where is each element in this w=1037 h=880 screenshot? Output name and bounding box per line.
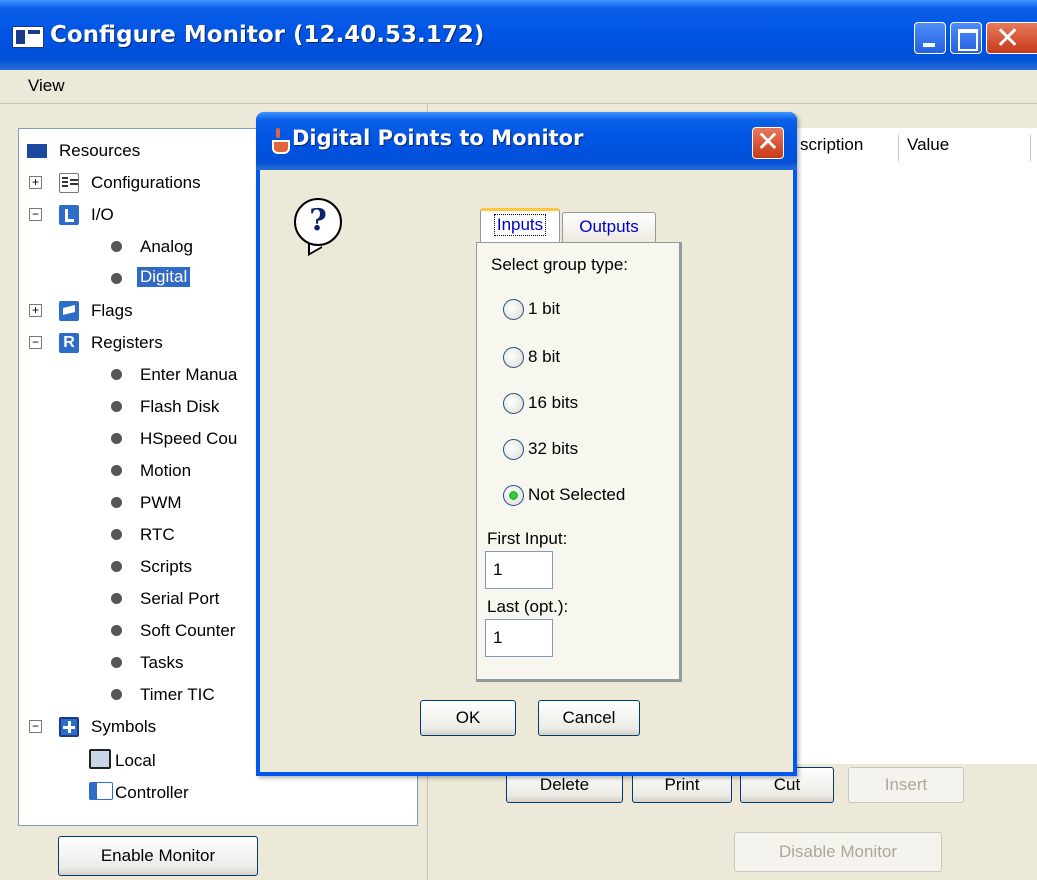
tree-label: Flags: [91, 301, 133, 320]
menu-bar: View: [0, 70, 1037, 104]
radio-checked-icon[interactable]: [503, 485, 524, 507]
radio-icon[interactable]: [503, 393, 524, 415]
tree-label: I/O: [91, 205, 114, 224]
radio-32-bits[interactable]: 32 bits: [503, 439, 579, 461]
tree-label: RTC: [140, 525, 175, 544]
tab-label: Outputs: [579, 217, 639, 236]
collapse-minus-icon[interactable]: −: [29, 336, 42, 349]
java-cup-icon: [270, 128, 290, 154]
bullet-icon: [111, 401, 122, 412]
bullet-icon: [111, 657, 122, 668]
bullet-icon: [111, 273, 122, 284]
inputs-tab-panel: Select group type: 1 bit 8 bit 16 bits 3…: [476, 242, 682, 682]
bullet-icon: [111, 497, 122, 508]
tree-label: Scripts: [140, 557, 192, 576]
tree-label: Tasks: [140, 653, 184, 672]
symbols-icon: [59, 717, 79, 737]
last-input-field[interactable]: 1: [485, 619, 553, 657]
ok-button[interactable]: OK: [420, 700, 516, 736]
bullet-icon: [111, 625, 122, 636]
configurations-icon: [59, 173, 79, 193]
computer-icon: [89, 749, 111, 769]
bullet-icon: [111, 561, 122, 572]
tree-label: Flash Disk: [140, 397, 220, 416]
flags-icon: [59, 301, 79, 321]
menu-view[interactable]: View: [28, 76, 65, 96]
tree-label: Registers: [91, 333, 163, 352]
tab-inputs[interactable]: Inputs: [480, 208, 560, 244]
radio-label: 32 bits: [528, 439, 579, 458]
tab-label: Inputs: [493, 214, 547, 236]
first-input-label: First Input:: [487, 529, 568, 548]
resources-icon: [27, 141, 47, 161]
app-logo-icon: [12, 26, 44, 48]
expand-plus-icon[interactable]: +: [29, 304, 42, 317]
cancel-button[interactable]: Cancel: [538, 700, 640, 736]
radio-icon[interactable]: [503, 299, 524, 321]
tree-label: Resources: [59, 141, 141, 160]
tree-label: Local: [115, 751, 156, 770]
bullet-icon: [111, 593, 122, 604]
bullet-icon: [111, 689, 122, 700]
radio-label: Not Selected: [528, 485, 626, 504]
dialog-close-button[interactable]: ✕: [752, 127, 784, 159]
collapse-minus-icon[interactable]: −: [29, 208, 42, 221]
bullet-icon: [111, 465, 122, 476]
group-type-label: Select group type:: [491, 255, 629, 274]
radio-icon[interactable]: [503, 347, 524, 369]
column-header-value[interactable]: Value: [898, 135, 949, 161]
tree-label: Symbols: [91, 717, 157, 736]
tree-label: Timer TIC: [140, 685, 215, 704]
collapse-minus-icon[interactable]: −: [29, 720, 42, 733]
controller-icon: [89, 782, 113, 800]
tree-label: HSpeed Cou: [140, 429, 238, 448]
digital-points-dialog: Digital Points to Monitor ✕ ? Inputs Out…: [256, 112, 797, 776]
radio-1-bit[interactable]: 1 bit: [503, 299, 561, 321]
bullet-icon: [111, 529, 122, 540]
registers-icon: R: [59, 333, 79, 353]
close-window-button[interactable]: ✕: [986, 21, 1037, 56]
radio-8-bit[interactable]: 8 bit: [503, 347, 561, 369]
dialog-title: Digital Points to Monitor: [292, 126, 584, 150]
radio-label: 1 bit: [528, 299, 561, 318]
io-icon: [59, 205, 79, 225]
radio-icon[interactable]: [503, 439, 524, 461]
tree-label: Serial Port: [140, 589, 220, 608]
bullet-icon: [111, 369, 122, 380]
radio-not-selected[interactable]: Not Selected: [503, 485, 626, 507]
tree-label-selected: Digital: [137, 267, 191, 287]
bullet-icon: [111, 433, 122, 444]
column-header-description[interactable]: scription: [800, 135, 863, 161]
column-header-divider: [1030, 135, 1032, 161]
disable-monitor-button[interactable]: Disable Monitor: [734, 832, 942, 872]
tree-label: Configurations: [91, 173, 201, 192]
radio-16-bits[interactable]: 16 bits: [503, 393, 579, 415]
tree-label: Enter Manua: [140, 365, 238, 384]
tree-label: Soft Counter: [140, 621, 236, 640]
radio-label: 8 bit: [528, 347, 561, 366]
last-input-label: Last (opt.):: [487, 597, 569, 616]
close-icon: ✕: [995, 21, 1021, 56]
question-icon: ?: [294, 198, 342, 246]
first-input-field[interactable]: 1: [485, 551, 553, 589]
radio-label: 16 bits: [528, 393, 579, 412]
bullet-icon: [111, 241, 122, 252]
insert-button[interactable]: Insert: [848, 767, 964, 803]
window-title: Configure Monitor (12.40.53.172): [50, 22, 485, 48]
minimize-button[interactable]: [914, 22, 946, 54]
window-title-bar: Configure Monitor (12.40.53.172) ✕: [0, 0, 1037, 70]
tree-label: Analog: [140, 237, 193, 256]
tree-label: PWM: [140, 493, 182, 512]
expand-plus-icon[interactable]: +: [29, 176, 42, 189]
tree-label: Controller: [115, 783, 189, 802]
dialog-title-bar: Digital Points to Monitor ✕: [256, 112, 797, 170]
tree-label: Motion: [140, 461, 192, 480]
maximize-button[interactable]: [950, 22, 982, 54]
enable-monitor-button[interactable]: Enable Monitor: [58, 836, 258, 876]
tab-outputs[interactable]: Outputs: [562, 212, 656, 242]
